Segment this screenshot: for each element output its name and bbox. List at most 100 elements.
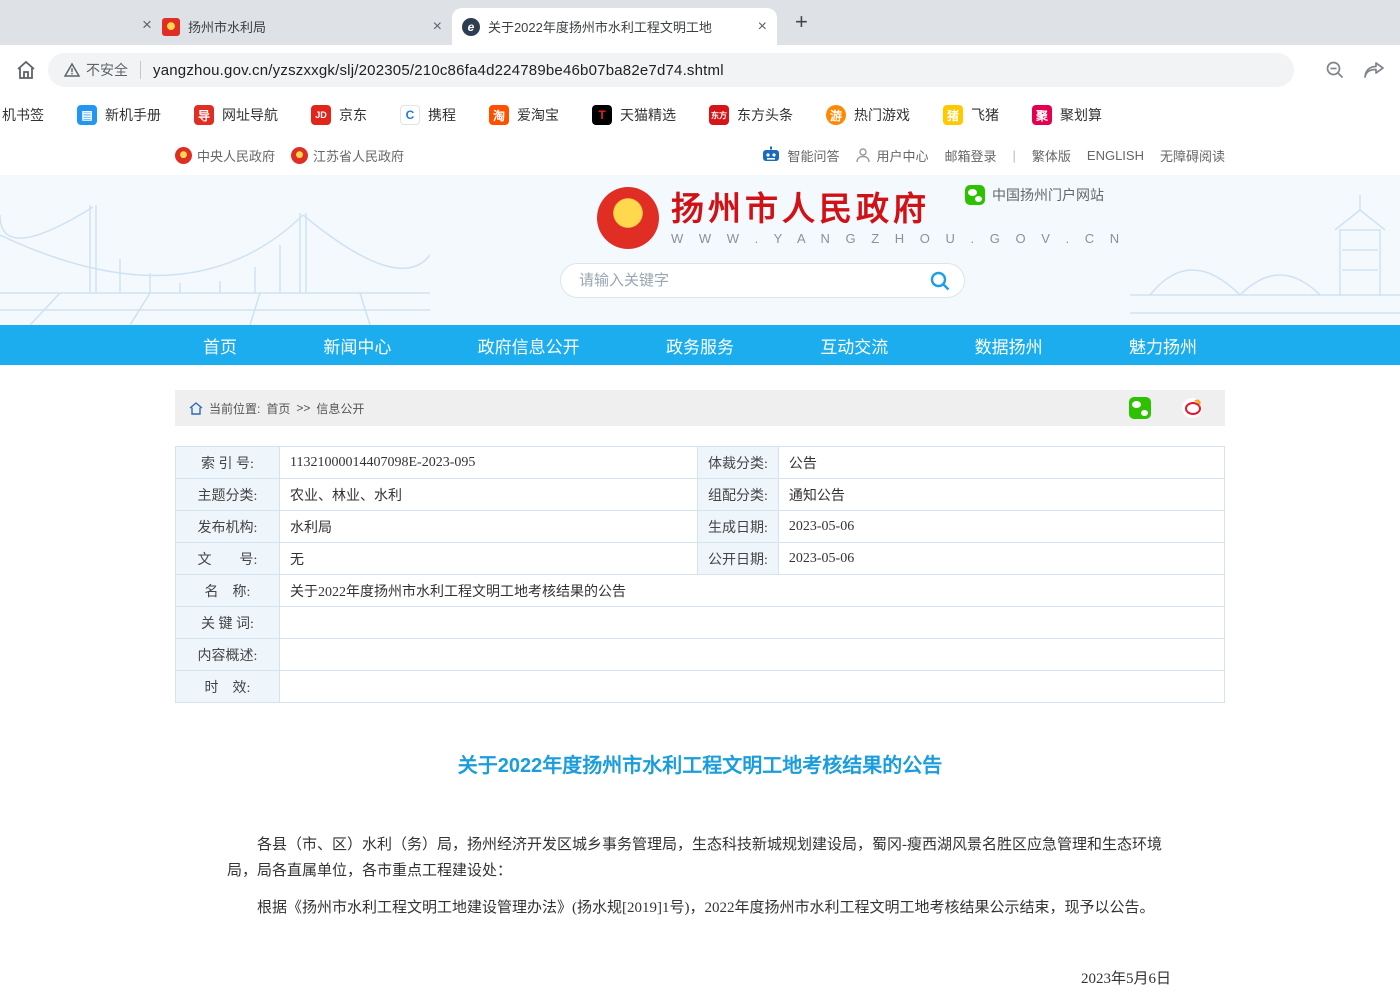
bookmark-label: 机书签 (2, 105, 44, 125)
article-title: 关于2022年度扬州市水利工程文明工地考核结果的公告 (175, 749, 1225, 778)
bookmark-label: 热门游戏 (854, 105, 910, 125)
bookmark-item[interactable]: 游热门游戏 (826, 105, 910, 125)
meta-value: 水利局 (280, 511, 698, 543)
bookmark-item[interactable]: 机书签 (2, 105, 44, 125)
meta-label: 组配分类: (698, 479, 779, 511)
bookmark-item[interactable]: ▤新机手册 (77, 105, 161, 125)
close-icon[interactable]: × (758, 18, 767, 36)
address-bar[interactable]: 不安全 yangzhou.gov.cn/yzszxxgk/slj/202305/… (48, 53, 1294, 87)
robot-icon (760, 146, 782, 164)
portal-label: 中国扬州门户网站 (992, 185, 1104, 205)
home-icon[interactable] (14, 58, 38, 82)
english-version-link[interactable]: ENGLISH (1087, 148, 1144, 163)
manual-icon: ▤ (77, 105, 97, 125)
security-status[interactable]: 不安全 (64, 60, 128, 80)
meta-value: 2023-05-06 (778, 543, 1224, 575)
smart-qa-link[interactable]: 智能问答 (760, 146, 839, 165)
fliggy-icon: 猪 (943, 105, 963, 125)
bookmark-label: 京东 (339, 105, 367, 125)
wechat-icon (965, 185, 985, 205)
breadcrumb-prefix: 当前位置: (209, 400, 260, 417)
link-label: 中央人民政府 (197, 146, 275, 165)
table-row: 时 效: (176, 671, 1225, 703)
meta-label: 体裁分类: (698, 447, 779, 479)
toutiao-icon: 东方 (709, 105, 729, 125)
bookmark-item[interactable]: 东方东方头条 (709, 105, 793, 125)
link-jiangsu-gov[interactable]: ★ 江苏省人民政府 (291, 146, 404, 165)
nav-info-disclosure[interactable]: 政府信息公开 (478, 333, 580, 358)
meta-label: 生成日期: (698, 511, 779, 543)
breadcrumb-current[interactable]: 信息公开 (316, 400, 364, 417)
meta-value (280, 607, 1225, 639)
search-input[interactable] (579, 272, 928, 289)
url-text[interactable]: yangzhou.gov.cn/yzszxxgk/slj/202305/210c… (153, 62, 724, 79)
nav-interaction[interactable]: 互动交流 (820, 333, 888, 358)
new-tab-button[interactable]: + (795, 11, 808, 33)
meta-value: 无 (280, 543, 698, 575)
document-meta-table: 索 引 号: 11321000014407098E-2023-095 体裁分类:… (175, 446, 1225, 703)
breadcrumb-home[interactable]: 首页 (266, 400, 290, 417)
bookmark-item[interactable]: 淘爱淘宝 (489, 105, 559, 125)
home-icon (189, 402, 203, 415)
nav-services[interactable]: 政务服务 (666, 333, 734, 358)
share-icon[interactable] (1362, 59, 1386, 81)
juhuasuan-icon: 聚 (1032, 105, 1052, 125)
link-central-gov[interactable]: ★ 中央人民政府 (175, 146, 275, 165)
meta-label: 名 称: (176, 575, 280, 607)
weibo-share-icon[interactable] (1181, 397, 1203, 419)
portal-wechat-link[interactable]: 中国扬州门户网站 (965, 185, 1104, 205)
table-row: 关 键 词: (176, 607, 1225, 639)
wechat-share-icon[interactable] (1129, 397, 1151, 419)
nav-news[interactable]: 新闻中心 (323, 333, 391, 358)
gov-utility-bar: ★ 中央人民政府 ★ 江苏省人民政府 智能问答 用户中心 (0, 135, 1400, 175)
table-row: 主题分类: 农业、林业、水利 组配分类: 通知公告 (176, 479, 1225, 511)
traditional-version-link[interactable]: 繁体版 (1032, 146, 1071, 165)
address-separator (140, 61, 141, 79)
bookmark-item[interactable]: JD京东 (311, 105, 367, 125)
meta-value: 11321000014407098E-2023-095 (280, 447, 698, 479)
bookmark-item[interactable]: C携程 (400, 105, 456, 125)
meta-value (280, 639, 1225, 671)
table-row: 索 引 号: 11321000014407098E-2023-095 体裁分类:… (176, 447, 1225, 479)
nav-home[interactable]: 首页 (203, 333, 237, 358)
user-center-link[interactable]: 用户中心 (855, 146, 928, 165)
article-date: 2023年5月6日 (175, 967, 1225, 988)
site-header: ★ 扬州市人民政府 W W W . Y A N G Z H O U . G O … (0, 175, 1400, 325)
meta-label: 公开日期: (698, 543, 779, 575)
close-icon[interactable]: × (142, 15, 152, 35)
tmall-icon: T (592, 105, 612, 125)
breadcrumb: 当前位置: 首页 >> 信息公开 (175, 390, 1225, 426)
user-center-label: 用户中心 (876, 146, 928, 165)
meta-label: 发布机构: (176, 511, 280, 543)
close-icon[interactable]: × (433, 18, 442, 36)
main-nav: 首页 新闻中心 政府信息公开 政务服务 互动交流 数据扬州 魅力扬州 (0, 325, 1400, 365)
warning-icon (64, 62, 80, 78)
search-icon[interactable] (928, 269, 952, 293)
meta-value (280, 671, 1225, 703)
article-paragraph: 根据《扬州市水利工程文明工地建设管理办法》(扬水规[2019]1号)，2022年… (227, 895, 1173, 921)
bookmark-item[interactable]: 聚聚划算 (1032, 105, 1102, 125)
zoom-out-icon[interactable] (1324, 59, 1346, 81)
site-search[interactable] (560, 263, 965, 298)
nav-site-icon: 导 (194, 105, 214, 125)
table-row: 名 称: 关于2022年度扬州市水利工程文明工地考核结果的公告 (176, 575, 1225, 607)
tab-title: 扬州市水利局 (188, 17, 425, 36)
mail-login-link[interactable]: 邮箱登录 (944, 146, 996, 165)
smart-qa-label: 智能问答 (787, 146, 839, 165)
table-row: 内容概述: (176, 639, 1225, 671)
tab-shuiliju[interactable]: ★ 扬州市水利局 × (152, 8, 452, 45)
user-icon (855, 147, 871, 163)
nav-charm[interactable]: 魅力扬州 (1129, 333, 1197, 358)
bookmark-item[interactable]: T天猫精选 (592, 105, 676, 125)
nav-data[interactable]: 数据扬州 (975, 333, 1043, 358)
bookmark-label: 网址导航 (222, 105, 278, 125)
bookmark-item[interactable]: 猪飞猪 (943, 105, 999, 125)
breadcrumb-separator: >> (296, 401, 310, 415)
meta-label: 文 号: (176, 543, 280, 575)
tab-active-article[interactable]: e 关于2022年度扬州市水利工程文明工地 × (452, 8, 777, 45)
bookmark-item[interactable]: 导网址导航 (194, 105, 278, 125)
browser-toolbar: 不安全 yangzhou.gov.cn/yzszxxgk/slj/202305/… (0, 45, 1400, 95)
meta-value: 通知公告 (778, 479, 1224, 511)
accessibility-link[interactable]: 无障碍阅读 (1160, 146, 1225, 165)
page-content: 当前位置: 首页 >> 信息公开 索 引 号: 1132100001440709… (175, 390, 1225, 997)
